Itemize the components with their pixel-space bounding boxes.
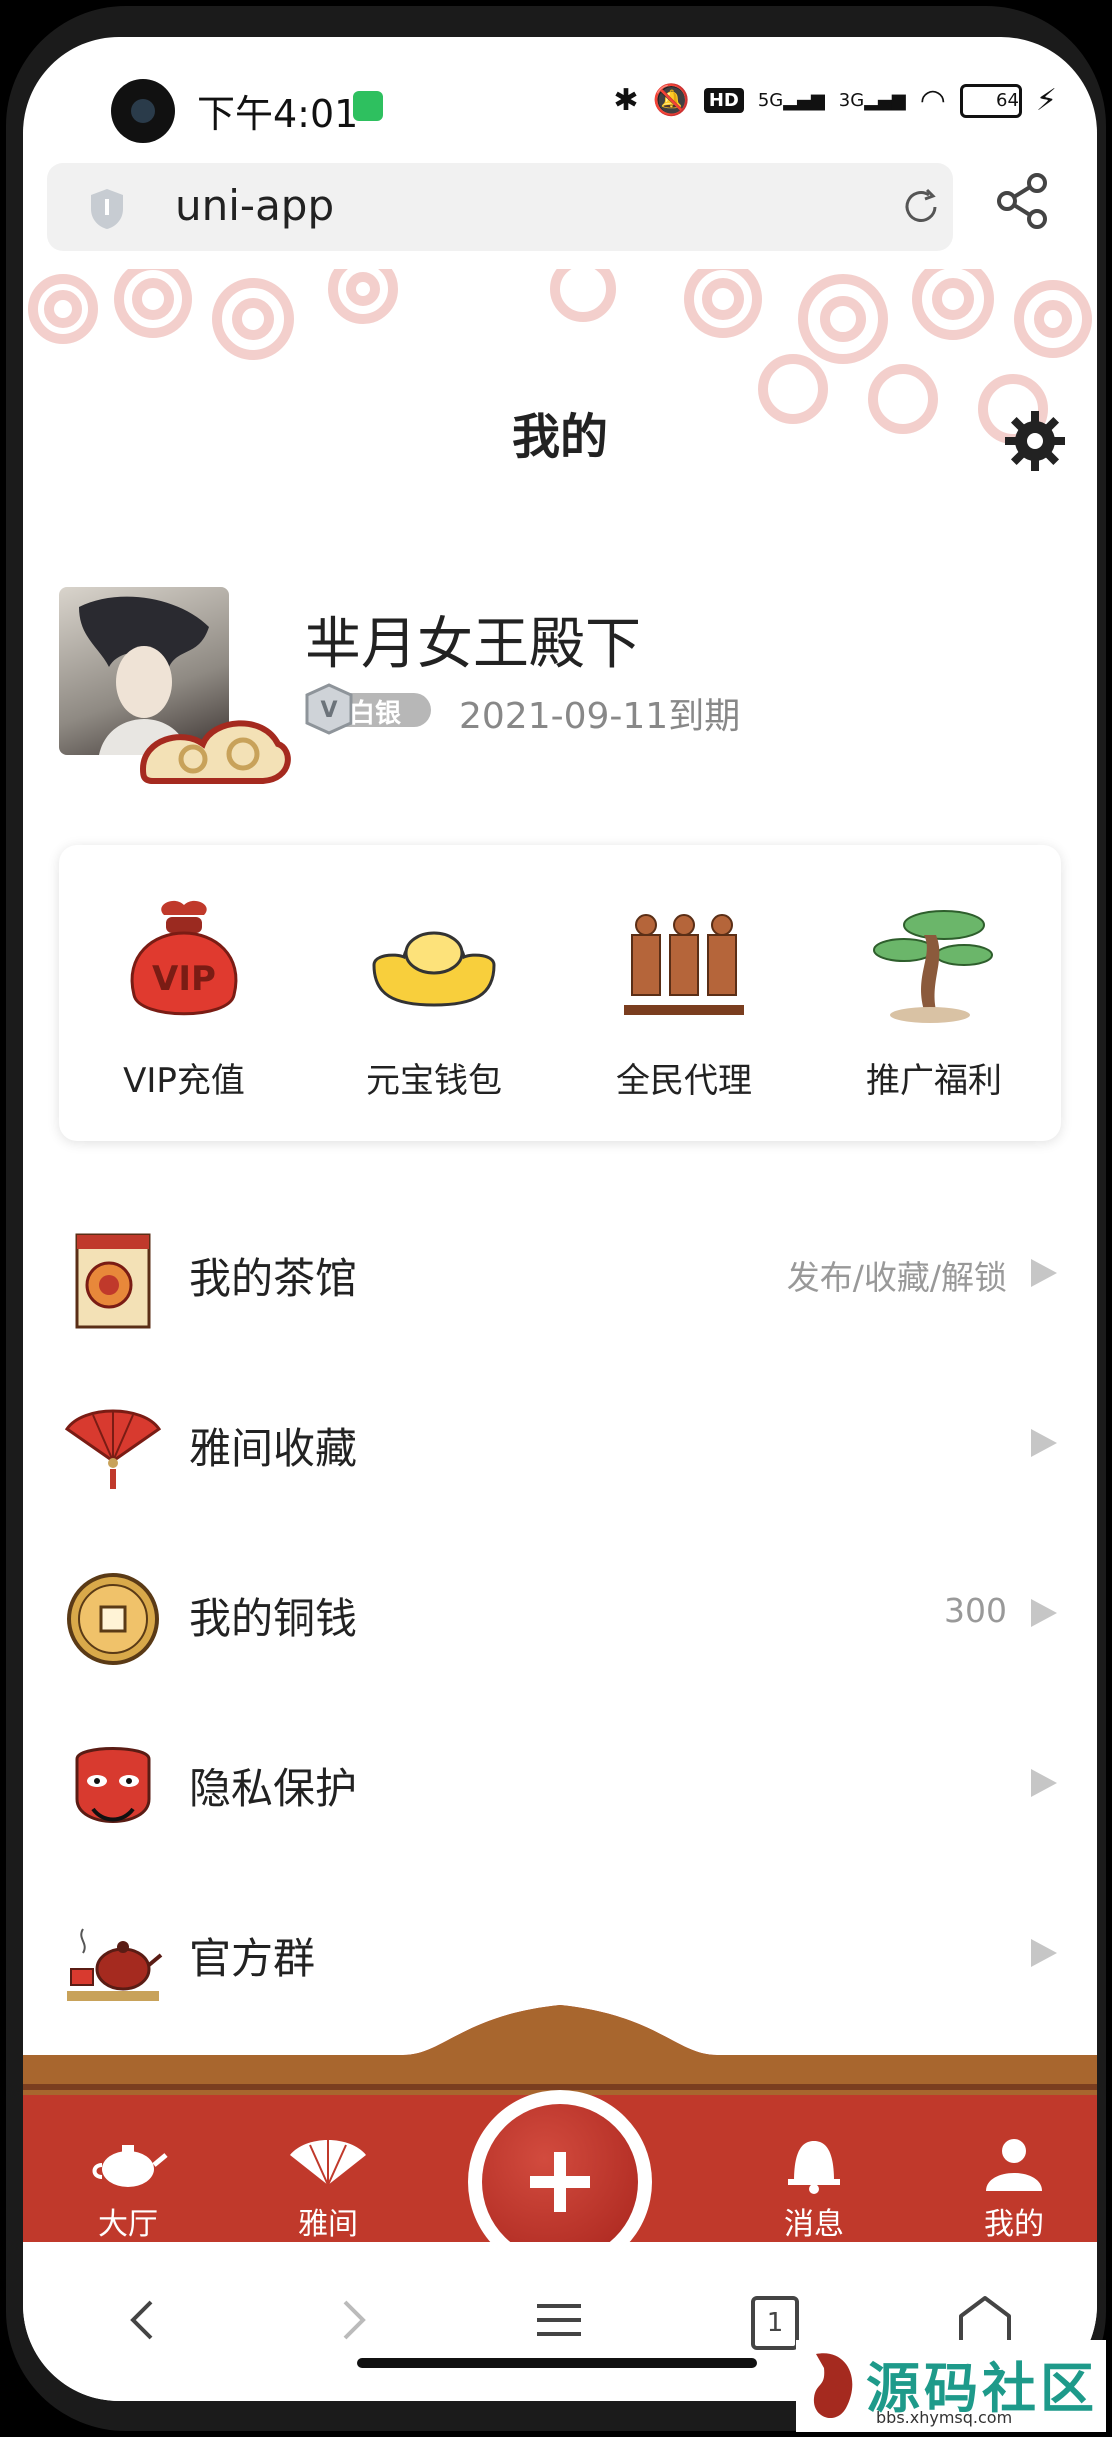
menu-label: 雅间收藏	[189, 1424, 358, 1473]
watermark-logo-icon	[813, 2353, 853, 2419]
tab-label: 我的	[984, 2207, 1044, 2242]
gear-icon[interactable]	[1003, 409, 1067, 473]
charging-icon: ⚡	[1035, 83, 1057, 118]
menu-item-my-coins[interactable]: 我的铜钱 300	[23, 1539, 1097, 1689]
tab-rooms[interactable]: 雅间	[253, 2131, 403, 2243]
tab-messages[interactable]: 消息	[739, 2131, 889, 2243]
reload-icon[interactable]	[901, 187, 941, 227]
quick-action-label: 全民代理	[616, 1061, 752, 1101]
watermark-subtext: bbs.xhymsq.com	[876, 2408, 1013, 2427]
tab-label: 雅间	[298, 2207, 358, 2242]
forward-icon[interactable]	[323, 2290, 383, 2350]
menu-label: 我的茶馆	[189, 1254, 358, 1303]
signal-3g-icon: 3G▂▄▆	[838, 90, 906, 111]
mute-icon: 🔕	[652, 83, 690, 118]
profile-tab-icon	[986, 2139, 1042, 2191]
username: 芈月女王殿下	[305, 612, 641, 677]
quick-action-vip-recharge[interactable]: VIP VIP充值	[59, 895, 309, 1135]
status-time: 下午4:01	[197, 92, 359, 136]
auspicious-cloud-icon	[139, 720, 291, 784]
teapot-icon	[67, 1928, 163, 2001]
chevron-right-icon	[1031, 1599, 1057, 1627]
bluetooth-icon: ✱	[613, 83, 639, 118]
share-icon[interactable]	[995, 171, 1051, 231]
menu-item-my-teahouse[interactable]: 我的茶馆 发布/收藏/解锁	[23, 1199, 1097, 1349]
plus-icon	[530, 2152, 590, 2212]
opera-mask-icon	[75, 1747, 151, 1823]
fan-icon	[64, 1409, 162, 1489]
chevron-right-icon	[1031, 1769, 1057, 1797]
screen: 下午4:01 ✱ 🔕 HD 5G▂▄▆ 3G▂▄▆ ◠ 64 ⚡ uni-app	[23, 37, 1097, 2401]
chevron-right-icon	[1031, 1259, 1057, 1287]
battery-icon: 64	[959, 83, 1022, 118]
url-text[interactable]: uni-app	[175, 181, 334, 230]
menu-label: 隐私保护	[189, 1764, 358, 1813]
shield-icon	[91, 189, 123, 229]
teapot-tab-icon	[92, 2145, 168, 2187]
profile-page: 我的 芈月女王殿下 V 白银 2021-09-11到期 VIP VIP充值 元宝…	[23, 269, 1097, 2256]
quick-action-label: 元宝钱包	[366, 1061, 502, 1101]
hd-icon: HD	[703, 88, 744, 113]
svg-text:V: V	[320, 698, 337, 723]
watermark: 源码社区 bbs.xhymsq.com	[796, 2340, 1106, 2432]
gold-ingot-icon	[372, 931, 496, 1007]
menu-item-privacy[interactable]: 隐私保护	[23, 1709, 1097, 1859]
menu-icon[interactable]	[529, 2290, 589, 2350]
create-button-inner	[482, 2104, 638, 2260]
tab-mine[interactable]: 我的	[939, 2131, 1089, 2243]
front-camera	[111, 79, 175, 143]
quick-actions-card: VIP VIP充值 元宝钱包 全民代理 推广福利	[59, 845, 1061, 1141]
menu-label: 我的铜钱	[189, 1594, 358, 1643]
teahouse-icon	[75, 1233, 151, 1329]
svg-text:VIP: VIP	[152, 959, 216, 999]
quick-action-label: VIP充值	[123, 1061, 245, 1101]
bell-icon	[788, 2141, 840, 2194]
quick-action-wallet[interactable]: 元宝钱包	[309, 895, 559, 1135]
tab-label: 大厅	[98, 2207, 158, 2242]
pine-tree-icon	[873, 910, 993, 1023]
vip-expire-date: 2021-09-11到期	[459, 696, 741, 737]
page-title: 我的	[511, 409, 608, 465]
wechat-notification-icon	[353, 91, 383, 121]
tabs-count: 1	[751, 2296, 799, 2350]
chevron-right-icon	[1031, 1939, 1057, 1967]
url-bar[interactable]: uni-app	[47, 163, 953, 251]
home-indicator[interactable]	[357, 2358, 757, 2368]
quick-action-label: 推广福利	[866, 1061, 1002, 1101]
quick-action-promotion[interactable]: 推广福利	[809, 895, 1059, 1135]
menu-sub: 300	[944, 1591, 1007, 1630]
tabs-button[interactable]: 1	[743, 2290, 803, 2350]
badge-label: 白银	[349, 699, 402, 729]
menu-item-room-favorites[interactable]: 雅间收藏	[23, 1369, 1097, 1519]
terracotta-warriors-icon	[624, 914, 744, 1015]
signal-5g-icon: 5G▂▄▆	[757, 90, 825, 111]
menu-label: 官方群	[189, 1934, 316, 1983]
fan-tab-icon	[290, 2139, 366, 2186]
bottom-tab-bar: 大厅 雅间 消息 我的	[23, 1995, 1097, 2274]
phone-frame: 下午4:01 ✱ 🔕 HD 5G▂▄▆ 3G▂▄▆ ◠ 64 ⚡ uni-app	[6, 6, 1106, 2431]
vip-bag-icon: VIP	[130, 900, 238, 1016]
tab-label: 消息	[784, 2207, 844, 2242]
status-bar: 下午4:01 ✱ 🔕 HD 5G▂▄▆ 3G▂▄▆ ◠ 64 ⚡	[23, 37, 1097, 157]
wifi-icon: ◠	[919, 83, 946, 118]
chevron-right-icon	[1031, 1429, 1057, 1457]
tab-lobby[interactable]: 大厅	[53, 2131, 203, 2243]
menu-sub: 发布/收藏/解锁	[786, 1258, 1007, 1297]
copper-coin-icon	[67, 1573, 159, 1665]
back-icon[interactable]	[113, 2290, 173, 2350]
quick-action-agent[interactable]: 全民代理	[559, 895, 809, 1135]
status-icons: ✱ 🔕 HD 5G▂▄▆ 3G▂▄▆ ◠ 64 ⚡	[613, 83, 1057, 118]
